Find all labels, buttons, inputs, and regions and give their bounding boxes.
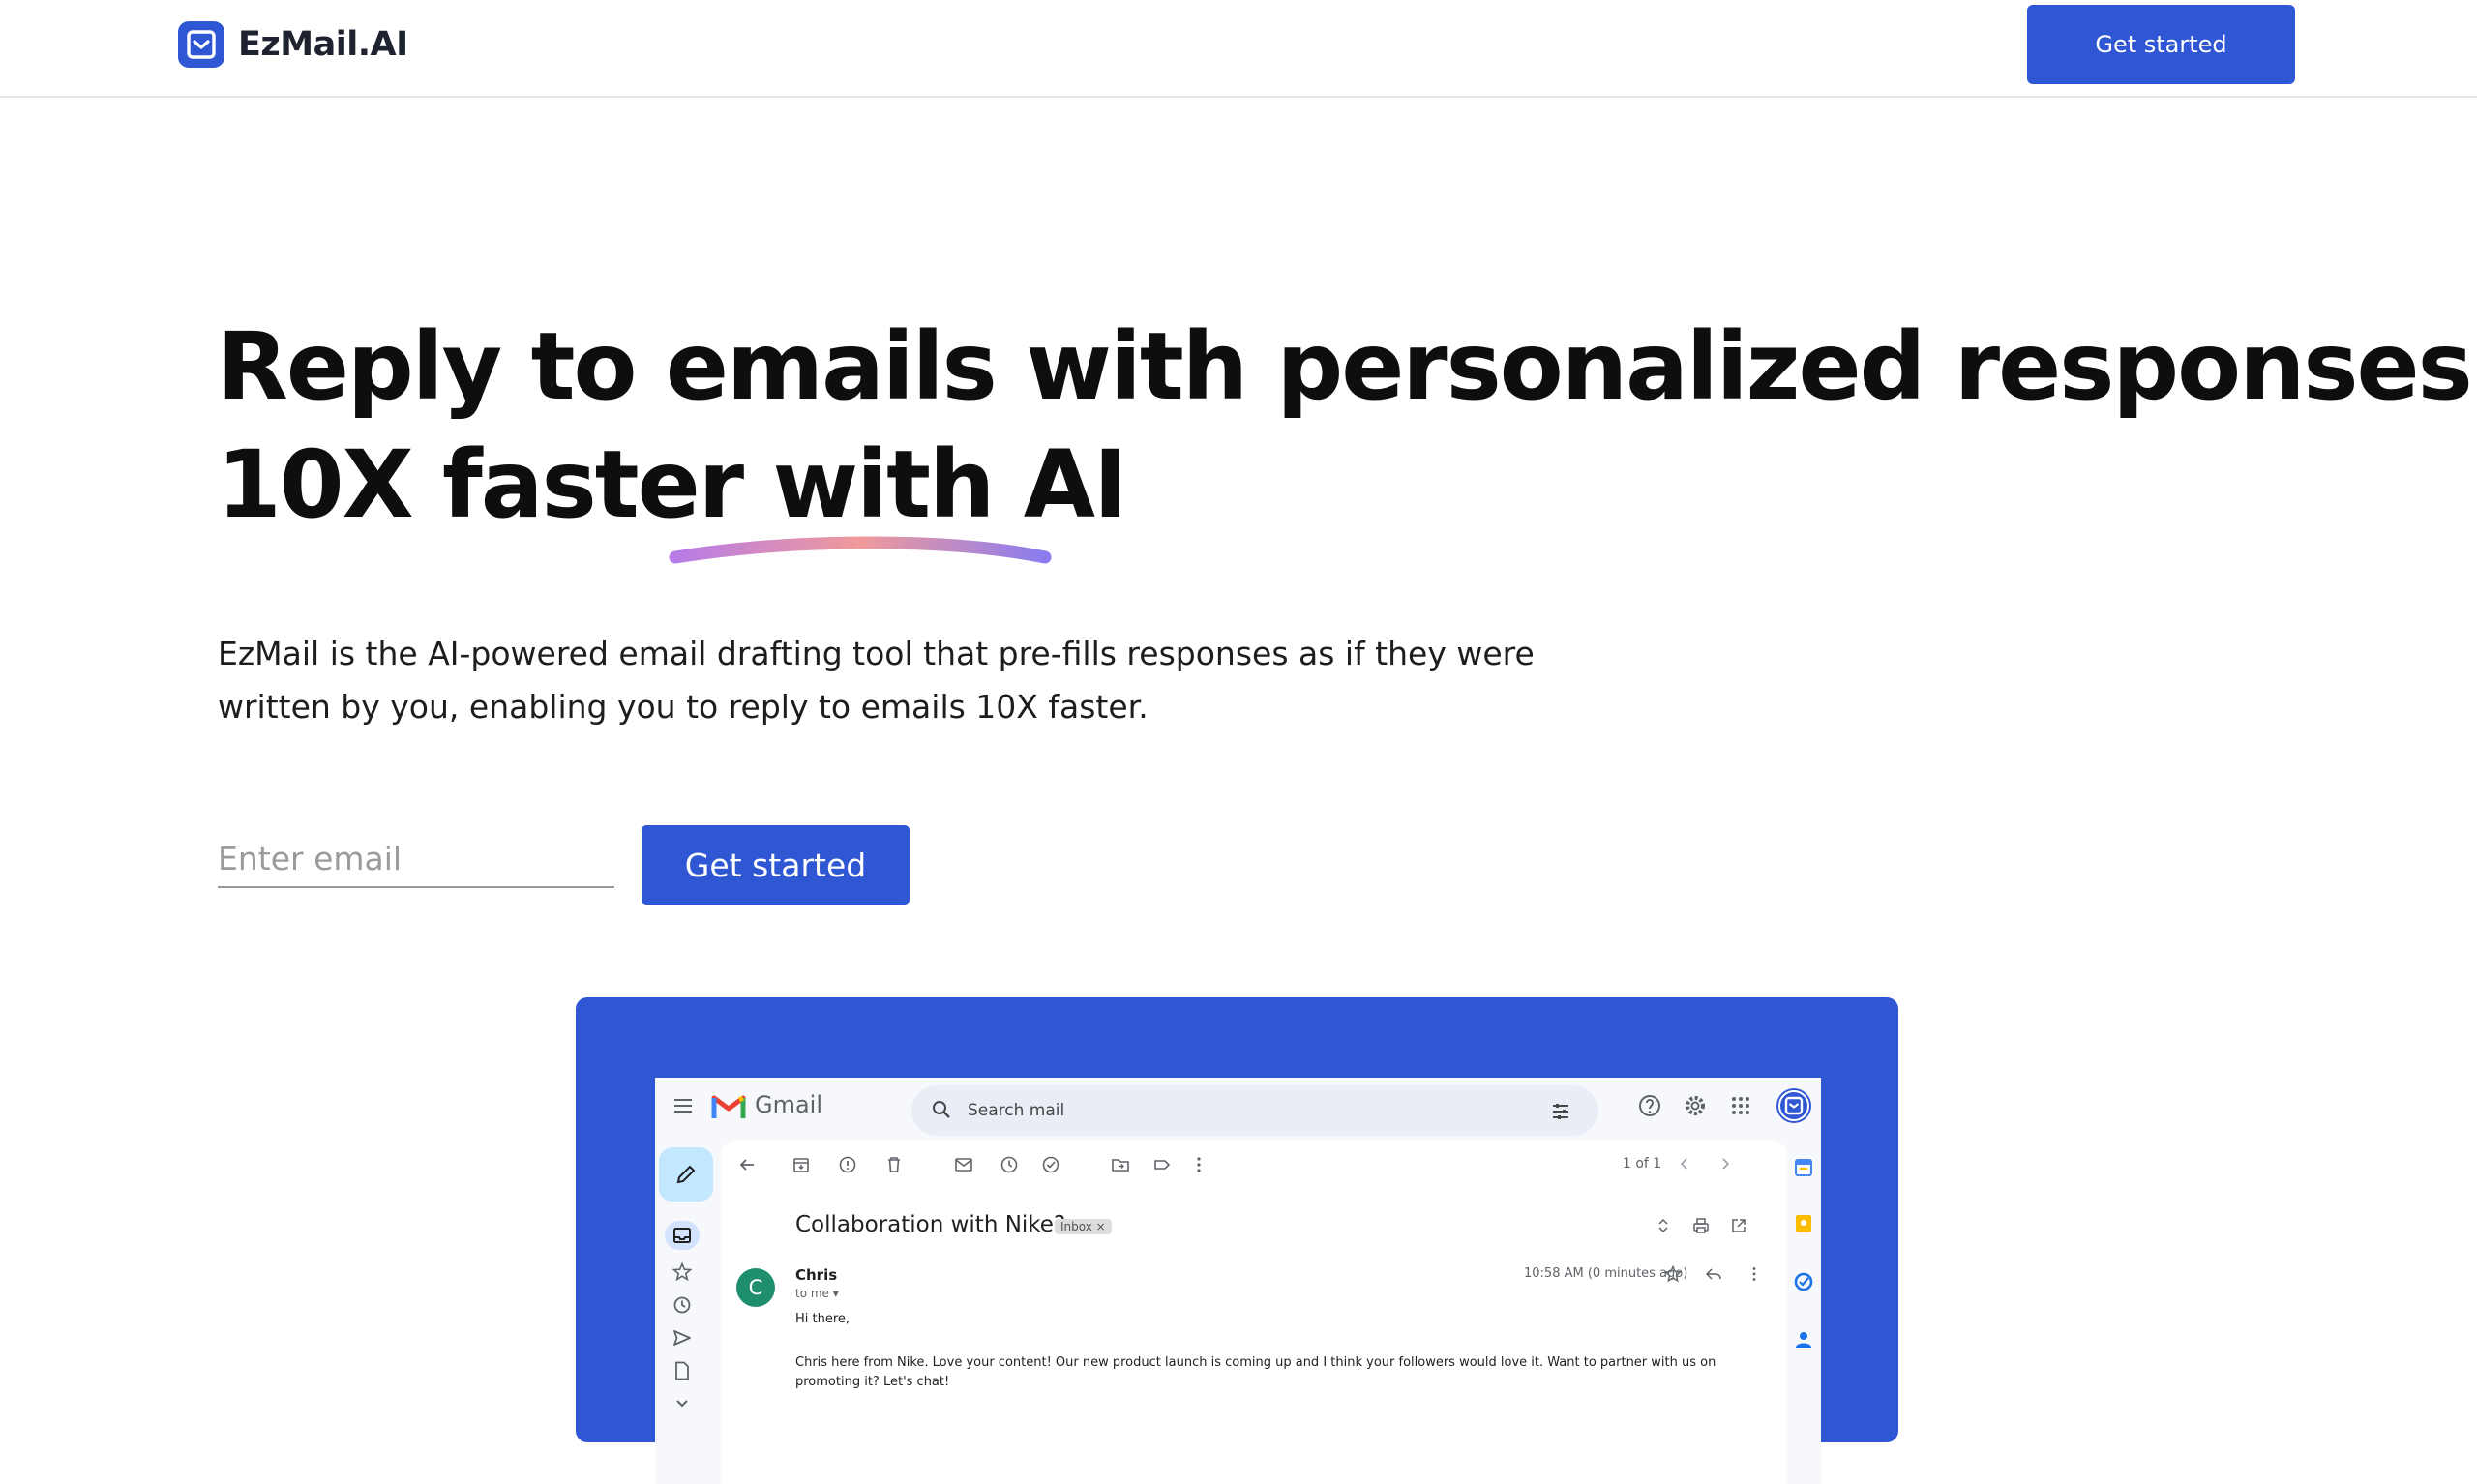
- open-new-window-icon[interactable]: [1729, 1216, 1748, 1235]
- gmail-search-bar[interactable]: Search mail: [911, 1085, 1598, 1136]
- brand-logo[interactable]: EzMail.AI: [178, 19, 408, 70]
- report-spam-icon[interactable]: [837, 1154, 858, 1175]
- message-pagination: 1 of 1: [1623, 1156, 1662, 1172]
- product-preview: Gmail Search mail 1 of 1 Collaboration w…: [576, 997, 1898, 1484]
- email-input[interactable]: [218, 830, 614, 888]
- hero-title-line-2: 10X faster with AI: [217, 430, 1128, 539]
- keep-notes-icon[interactable]: [1793, 1213, 1814, 1234]
- sender-name: Chris: [795, 1266, 838, 1284]
- expand-all-icon[interactable]: [1654, 1216, 1673, 1235]
- compose-button[interactable]: [659, 1147, 713, 1202]
- recipient-details[interactable]: to me ▾: [795, 1287, 839, 1300]
- menu-icon: [674, 1099, 692, 1113]
- hero-title: Reply to emails with personalized respon…: [217, 308, 2473, 544]
- highlight-underline: [669, 536, 1052, 564]
- apps-grid-icon[interactable]: [1729, 1094, 1752, 1117]
- inbox-icon[interactable]: [671, 1225, 693, 1246]
- gmail-logo-icon: [711, 1095, 746, 1118]
- nav-get-started-button[interactable]: Get started: [2027, 5, 2295, 84]
- top-nav: EzMail.AI Get started: [0, 0, 2477, 98]
- mail-logo-icon: [178, 21, 224, 68]
- filter-options-icon[interactable]: [1550, 1101, 1571, 1122]
- older-chevron-right-icon[interactable]: [1716, 1154, 1735, 1173]
- more-chevron-down-icon[interactable]: [671, 1393, 693, 1414]
- inbox-label-chip[interactable]: Inbox ×: [1055, 1219, 1112, 1234]
- snoozed-icon[interactable]: [671, 1294, 693, 1316]
- add-task-icon[interactable]: [1040, 1154, 1061, 1175]
- ezmail-extension-icon[interactable]: [1776, 1087, 1812, 1124]
- email-body: Chris here from Nike. Love your content!…: [795, 1355, 1716, 1389]
- reply-icon[interactable]: [1704, 1264, 1723, 1284]
- move-to-folder-icon[interactable]: [1110, 1154, 1131, 1175]
- search-icon: [933, 1101, 950, 1118]
- hero-subtitle: EzMail is the AI-powered email drafting …: [218, 635, 1535, 726]
- label-icon[interactable]: [1151, 1154, 1173, 1175]
- mark-unread-icon[interactable]: [953, 1154, 974, 1175]
- drafts-icon[interactable]: [671, 1360, 693, 1381]
- gmail-screenshot: Gmail Search mail 1 of 1 Collaboration w…: [655, 1078, 1821, 1484]
- tasks-icon[interactable]: [1793, 1271, 1814, 1292]
- back-arrow-icon[interactable]: [736, 1154, 758, 1175]
- email-greeting: Hi there,: [795, 1312, 851, 1326]
- print-icon[interactable]: [1691, 1216, 1711, 1235]
- gear-icon[interactable]: [1683, 1093, 1708, 1118]
- contacts-icon[interactable]: [1793, 1329, 1814, 1350]
- star-icon[interactable]: [1663, 1264, 1683, 1284]
- newer-chevron-left-icon[interactable]: [1675, 1154, 1694, 1173]
- help-icon[interactable]: [1637, 1093, 1662, 1118]
- gmail-header: Gmail Search mail: [655, 1078, 1821, 1136]
- gmail-message-pane: 1 of 1 Collaboration with Nike? Inbox × …: [721, 1141, 1787, 1484]
- message-more-vertical-icon[interactable]: [1745, 1264, 1764, 1284]
- sent-icon[interactable]: [671, 1327, 693, 1349]
- avatar[interactable]: C: [736, 1268, 775, 1307]
- hero-get-started-button[interactable]: Get started: [642, 825, 910, 905]
- gmail-wordmark: Gmail: [755, 1091, 823, 1118]
- delete-icon[interactable]: [883, 1154, 905, 1175]
- snooze-icon[interactable]: [999, 1154, 1020, 1175]
- calendar-icon[interactable]: [1793, 1157, 1814, 1178]
- starred-icon[interactable]: [671, 1261, 693, 1283]
- archive-icon[interactable]: [791, 1154, 812, 1175]
- pencil-icon: [676, 1165, 696, 1184]
- brand-name: EzMail.AI: [238, 25, 408, 64]
- email-subject: Collaboration with Nike?: [795, 1212, 1066, 1237]
- more-vertical-icon[interactable]: [1188, 1154, 1209, 1175]
- gmail-search-placeholder: Search mail: [968, 1101, 1065, 1120]
- hero-title-line-1: Reply to emails with personalized respon…: [217, 312, 2473, 421]
